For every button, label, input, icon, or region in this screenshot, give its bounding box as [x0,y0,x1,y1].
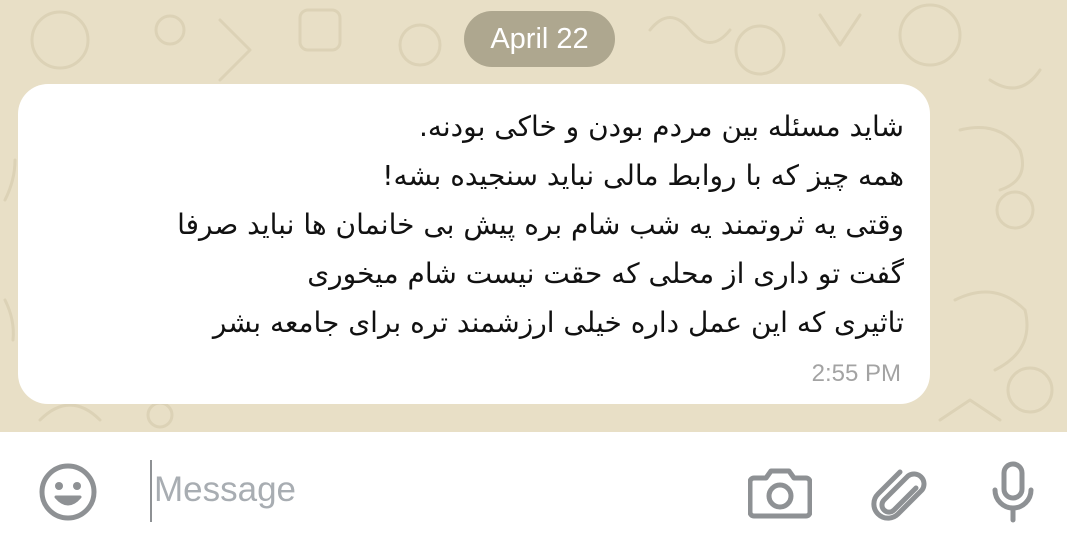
emoji-icon[interactable] [38,462,98,522]
message-input-bar [0,432,1067,549]
message-line: گفت تو داری از محلی که حقت نیست شام میخو… [307,257,904,290]
message-line: همه چیز که با روابط مالی نباید سنجیده بش… [382,159,904,192]
camera-icon[interactable] [748,464,812,520]
message-line: شاید مسئله بین مردم بودن و خاکی بودنه. [418,110,904,143]
message-line: تاثیری که این عمل داره خیلی ارزشمند تره … [212,306,904,339]
chat-area: April 22 شاید مسئله بین مردم بودن و خاکی… [0,0,1067,432]
message-line: وقتی یه ثروتمند یه شب شام بره پیش بی خان… [177,208,904,241]
date-separator: April 22 [464,11,615,67]
message-bubble[interactable]: شاید مسئله بین مردم بودن و خاکی بودنه. ه… [18,84,930,404]
message-input[interactable] [150,458,710,522]
paperclip-icon[interactable] [868,462,928,522]
microphone-icon[interactable] [985,460,1041,524]
message-text: شاید مسئله بین مردم بودن و خاکی بودنه. ه… [44,102,904,347]
message-timestamp: 2:55 PM [811,360,901,387]
